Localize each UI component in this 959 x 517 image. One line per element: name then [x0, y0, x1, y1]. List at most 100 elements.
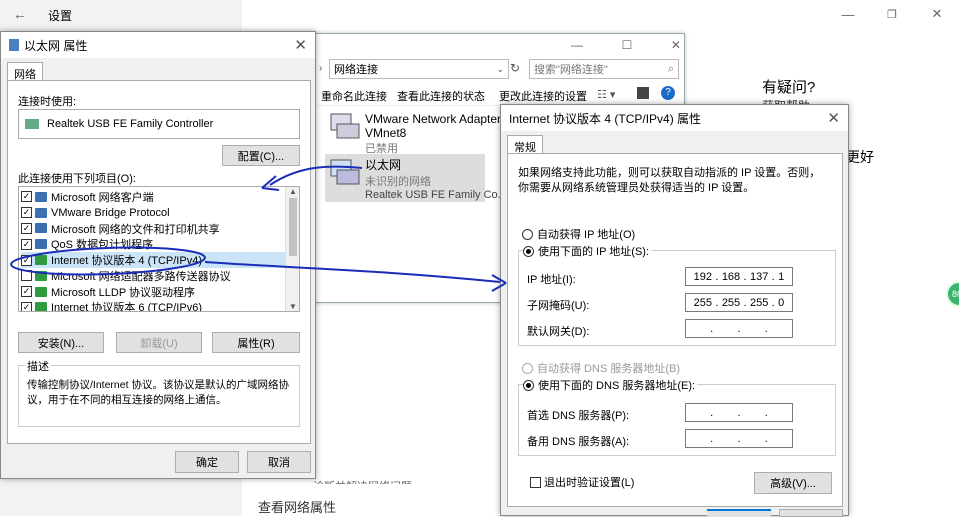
protocol-icon	[35, 302, 47, 311]
tab-panel: 如果网络支持此功能，则可以获取自动指派的 IP 设置。否则，你需要从网络系统管理…	[507, 153, 843, 507]
restore-icon[interactable]: ❐	[870, 0, 914, 28]
close-icon[interactable]: ✕	[827, 109, 840, 127]
item-checkbox[interactable]: ✓	[21, 301, 32, 311]
item-label: Microsoft 网络的文件和打印机共享	[51, 223, 220, 236]
refresh-icon[interactable]: ↻	[510, 61, 520, 75]
list-item[interactable]: Microsoft 网络适配器多路传送器协议	[21, 268, 285, 284]
search-input[interactable]: 搜索"网络连接" ⌕	[529, 59, 679, 79]
item-checkbox[interactable]: ✓	[21, 222, 32, 234]
cancel-button[interactable]: 取消	[247, 451, 311, 473]
gateway-label: 默认网关(D):	[527, 326, 590, 338]
protocol-icon	[35, 270, 47, 281]
list-item[interactable]: ✓ QoS 数据包计划程序	[21, 236, 285, 252]
item-checkbox[interactable]: ✓	[21, 207, 32, 219]
list-item[interactable]: ✓ Internet 协议版本 6 (TCP/IPv6)	[21, 300, 285, 312]
list-item[interactable]: ✓ Internet 协议版本 4 (TCP/IPv4)	[21, 252, 285, 268]
properties-button[interactable]: 属性(R)	[212, 332, 300, 353]
dialog-title: Internet 协议版本 4 (TCP/IPv4) 属性	[509, 111, 702, 126]
network-client-icon	[35, 207, 47, 218]
auto-ip-option[interactable]: 自动获得 IP 地址(O)	[522, 226, 635, 242]
close-icon[interactable]: ✕	[915, 0, 959, 28]
minimize-icon[interactable]: —	[571, 38, 583, 52]
dialog-title: 以太网 属性	[24, 38, 88, 53]
item-label: Internet 协议版本 6 (TCP/IPv6)	[51, 302, 202, 312]
view-network-properties-link[interactable]: 查看网络属性	[258, 497, 336, 516]
ip-address-field[interactable]: 192. 168. 137. 1	[685, 267, 793, 286]
item-checkbox[interactable]	[21, 270, 32, 282]
scroll-up-icon[interactable]: ▲	[286, 187, 299, 196]
network-adapter-icon	[327, 112, 361, 140]
list-item[interactable]: ✓ Microsoft 网络客户端	[21, 189, 285, 205]
search-icon: ⌕	[667, 62, 674, 75]
ok-button[interactable]: 确定	[175, 451, 239, 473]
install-button[interactable]: 安装(N)...	[18, 332, 104, 353]
validate-option[interactable]: 退出时验证设置(L)	[530, 474, 634, 490]
item-checkbox[interactable]: ✓	[21, 286, 32, 298]
item-label: Microsoft LLDP 协议驱动程序	[51, 286, 196, 299]
network-client-icon	[35, 223, 47, 234]
chevron-right-icon: ›	[319, 63, 323, 74]
connect-using-label: 连接时使用:	[18, 96, 77, 108]
configure-button[interactable]: 配置(C)...	[222, 145, 300, 166]
preview-pane-icon[interactable]	[637, 87, 649, 99]
validate-checkbox[interactable]	[530, 476, 541, 488]
back-arrow-icon[interactable]: ←	[0, 0, 40, 28]
subnet-mask-label: 子网掩码(U):	[527, 300, 590, 312]
network-client-icon	[35, 239, 47, 250]
chevron-down-icon[interactable]: ⌄	[496, 64, 504, 75]
close-icon[interactable]: ✕	[671, 38, 681, 52]
troubleshoot-text: 诊断并解决网络问题。	[313, 478, 423, 484]
item-label: Microsoft 网络适配器多路传送器协议	[51, 270, 231, 283]
tab-panel: 连接时使用: Realtek USB FE Family Controller …	[7, 80, 311, 444]
adapter-vmnet8[interactable]: VMware Network Adapter VMnet8 已禁用	[365, 112, 501, 156]
intro-text: 如果网络支持此功能，则可以获取自动指派的 IP 设置。否则，你需要从网络系统管理…	[518, 167, 821, 194]
list-scrollbar[interactable]: ▲ ▼	[285, 187, 299, 311]
item-checkbox[interactable]: ✓	[21, 254, 32, 266]
advanced-button[interactable]: 高级(V)...	[754, 472, 832, 494]
adapter-field: Realtek USB FE Family Controller	[18, 109, 300, 139]
manual-ip-group: 使用下面的 IP 地址(S): IP 地址(I): 192. 168. 137. 1 …	[518, 243, 836, 346]
items-label: 此连接使用下列项目(O):	[18, 173, 136, 185]
scroll-down-icon[interactable]: ▼	[286, 302, 299, 311]
scroll-thumb[interactable]	[289, 198, 297, 256]
network-client-icon	[35, 191, 47, 202]
rename-connection-button[interactable]: 重命名此连接	[321, 88, 387, 104]
view-status-button[interactable]: 查看此连接的状态	[397, 88, 485, 104]
maximize-icon[interactable]: ☐	[622, 38, 633, 52]
settings-title: 设置	[48, 9, 73, 23]
manual-dns-option[interactable]: 使用下面的 DNS 服务器地址(E):	[523, 377, 698, 393]
dialog-titlebar: Internet 协议版本 4 (TCP/IPv4) 属性	[501, 105, 848, 131]
list-item[interactable]: ✓ Microsoft 网络的文件和打印机共享	[21, 221, 285, 237]
manual-ip-option[interactable]: 使用下面的 IP 地址(S):	[523, 243, 652, 259]
item-checkbox[interactable]: ✓	[21, 238, 32, 250]
item-label: Internet 协议版本 4 (TCP/IPv4)	[51, 255, 202, 268]
alternate-dns-field[interactable]: ...	[685, 429, 793, 448]
gateway-field[interactable]: ...	[685, 319, 793, 338]
help-icon[interactable]: ?	[661, 86, 675, 100]
adapter-ethernet[interactable]: 以太网 未识别的网络 Realtek USB FE Family Co...	[365, 156, 507, 201]
change-settings-button[interactable]: 更改此连接的设置	[499, 88, 587, 104]
manual-dns-group: 使用下面的 DNS 服务器地址(E): 首选 DNS 服务器(P): ... 备…	[518, 377, 836, 456]
item-label: VMware Bridge Protocol	[51, 206, 170, 219]
manual-dns-radio[interactable]	[523, 379, 534, 391]
address-bar[interactable]: 网络连接 ⌄	[329, 59, 509, 79]
network-adapter-icon	[327, 158, 361, 186]
view-options-icon[interactable]: ☷ ▾	[597, 88, 615, 101]
preferred-dns-field[interactable]: ...	[685, 403, 793, 422]
auto-dns-radio	[522, 362, 533, 374]
minimize-icon[interactable]: —	[826, 0, 870, 28]
item-checkbox[interactable]: ✓	[21, 191, 32, 203]
network-icon	[9, 39, 19, 51]
manual-ip-radio[interactable]	[523, 245, 534, 257]
close-icon[interactable]: ✕	[294, 36, 307, 54]
side-float-badge[interactable]: 86	[946, 281, 959, 307]
description-label: 描述	[25, 358, 51, 374]
item-label: QoS 数据包计划程序	[51, 239, 154, 252]
auto-dns-option: 自动获得 DNS 服务器地址(B)	[522, 360, 680, 376]
auto-ip-radio[interactable]	[522, 228, 533, 240]
components-list[interactable]: ✓ Microsoft 网络客户端 ✓ VMware Bridge Protocol ✓…	[18, 186, 300, 312]
description-group: 描述 传输控制协议/Internet 协议。该协议是默认的广域网络协议，用于在不…	[18, 358, 300, 427]
list-item[interactable]: ✓ Microsoft LLDP 协议驱动程序	[21, 284, 285, 300]
subnet-mask-field[interactable]: 255. 255. 255. 0	[685, 293, 793, 312]
list-item[interactable]: ✓ VMware Bridge Protocol	[21, 205, 285, 221]
